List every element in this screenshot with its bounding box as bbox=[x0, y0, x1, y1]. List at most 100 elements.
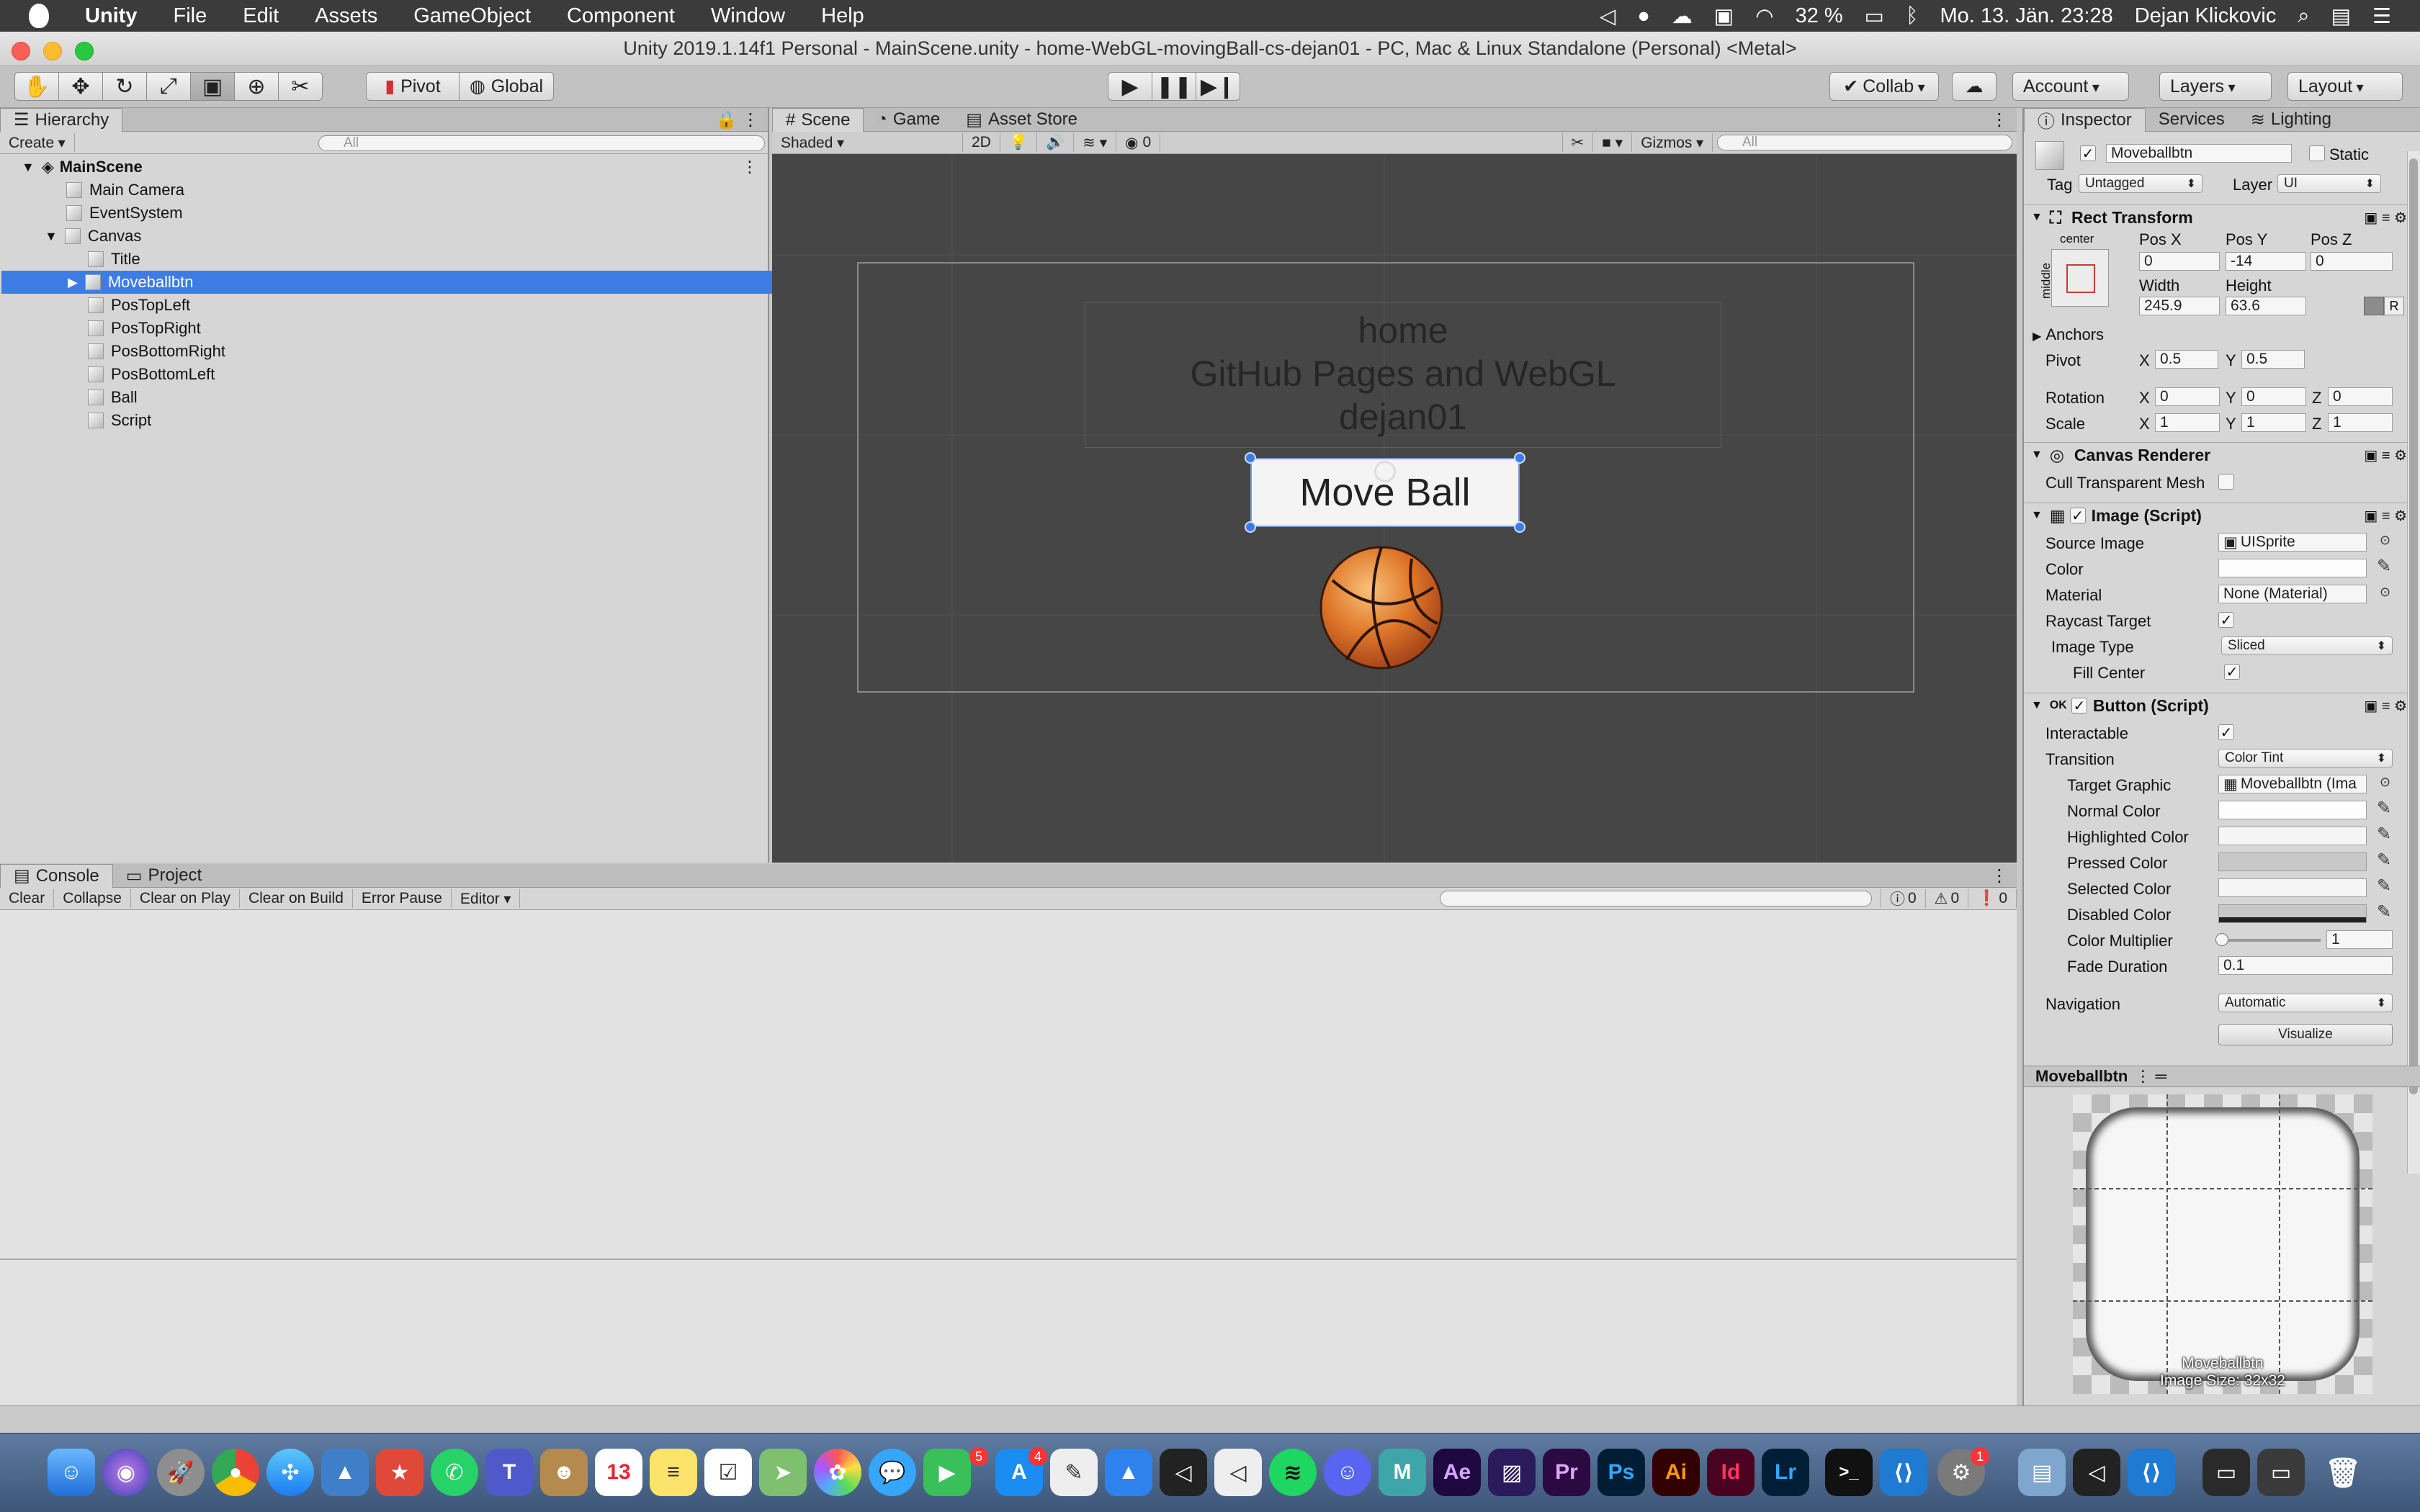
eyedropper-icon[interactable]: ✎ bbox=[2377, 824, 2391, 845]
creative-cloud-icon[interactable]: ☁ bbox=[1672, 4, 1693, 29]
active-checkbox[interactable]: ✓ bbox=[2080, 145, 2096, 162]
error-pause-button[interactable]: Error Pause bbox=[353, 889, 452, 908]
clear-on-build-button[interactable]: Clear on Build bbox=[240, 889, 353, 908]
vscode-recent-icon[interactable]: ⟨⟩ bbox=[2128, 1449, 2175, 1496]
transition-dropdown[interactable]: Color Tint bbox=[2218, 749, 2393, 768]
eyedropper-icon[interactable]: ✎ bbox=[2377, 876, 2391, 896]
pivot-y-field[interactable]: 0.5 bbox=[2241, 350, 2305, 369]
collapse-button[interactable]: Collapse bbox=[54, 889, 131, 908]
component-menu-icon[interactable]: ▣ ≡ ⚙ bbox=[2364, 697, 2407, 715]
facetime-icon[interactable]: ▶ bbox=[923, 1449, 971, 1496]
color-multiplier-field[interactable]: 1 bbox=[2326, 930, 2393, 949]
tab-hierarchy[interactable]: ☰ Hierarchy bbox=[0, 107, 123, 132]
component-menu-icon[interactable]: ▣ ≡ ⚙ bbox=[2364, 507, 2407, 525]
screenshot-window-icon[interactable]: ▭ bbox=[2257, 1449, 2305, 1496]
button-script-header[interactable]: ▼ OK ✓ Button (Script) ▣ ≡ ⚙ bbox=[2024, 693, 2407, 718]
rect-handle-icon[interactable] bbox=[1514, 452, 1525, 464]
warning-count-toggle[interactable]: ⚠ 0 bbox=[1926, 889, 1969, 908]
height-field[interactable]: 63.6 bbox=[2226, 297, 2306, 315]
source-image-field[interactable]: ▣ UISprite bbox=[2218, 533, 2367, 552]
user-name[interactable]: Dejan Klickovic bbox=[2135, 4, 2277, 28]
control-icon[interactable]: ▤ bbox=[2331, 4, 2351, 29]
expand-arrow-icon[interactable]: ▼ bbox=[45, 229, 58, 244]
reminders-icon[interactable]: ☑ bbox=[704, 1449, 752, 1496]
chrome-icon[interactable]: ● bbox=[212, 1449, 259, 1496]
after-effects-icon[interactable]: Ae bbox=[1433, 1449, 1481, 1496]
hierarchy-item[interactable]: Main Camera bbox=[66, 179, 184, 202]
hierarchy-item[interactable]: PosTopLeft bbox=[88, 294, 190, 317]
move-tool-icon[interactable]: ✥ bbox=[58, 72, 103, 101]
basketball-icon[interactable] bbox=[1318, 544, 1445, 671]
custom-tool-icon[interactable]: ✂ bbox=[278, 72, 323, 101]
step-button[interactable]: ▶❙ bbox=[1196, 72, 1240, 101]
scene-menu-icon[interactable]: ⋮ bbox=[742, 158, 758, 176]
record-icon[interactable]: ● bbox=[1637, 4, 1650, 28]
preview-menu-icon[interactable]: ⋮ ═ bbox=[2135, 1067, 2166, 1086]
info-count-toggle[interactable]: ⓘ 0 bbox=[1880, 889, 1926, 908]
account-dropdown[interactable]: Account bbox=[2012, 72, 2129, 101]
object-picker-icon[interactable]: ⊙ bbox=[2380, 775, 2390, 790]
console-search-input[interactable] bbox=[1439, 891, 1872, 906]
blueprint-mode-button[interactable] bbox=[2364, 297, 2384, 315]
object-picker-icon[interactable]: ⊙ bbox=[2380, 533, 2390, 548]
2d-toggle[interactable]: 2D bbox=[963, 133, 1000, 152]
close-window-button[interactable] bbox=[12, 42, 30, 60]
preview-app-icon[interactable]: ▲ bbox=[321, 1449, 369, 1496]
photos-icon[interactable]: ✿ bbox=[814, 1449, 861, 1496]
image-enabled-checkbox[interactable]: ✓ bbox=[2069, 508, 2086, 524]
button-enabled-checkbox[interactable]: ✓ bbox=[2071, 698, 2087, 714]
minimize-window-button[interactable] bbox=[43, 42, 62, 60]
preview-header[interactable]: Moveballbtn ⋮ ═ bbox=[2024, 1066, 2420, 1087]
trash-icon[interactable]: 🗑 bbox=[2319, 1449, 2367, 1496]
media-encoder-icon[interactable]: ▨ bbox=[1488, 1449, 1536, 1496]
screen-window-icon[interactable]: ▭ bbox=[2202, 1449, 2250, 1496]
anchor-preset-button[interactable] bbox=[2051, 249, 2109, 307]
hierarchy-item[interactable]: PosTopRight bbox=[88, 317, 201, 340]
unity-hub-icon[interactable]: ◁ bbox=[1160, 1449, 1207, 1496]
safari-icon[interactable]: ✣ bbox=[266, 1449, 314, 1496]
rotation-z-field[interactable]: 0 bbox=[2328, 387, 2393, 406]
layer-dropdown[interactable]: UI bbox=[2277, 174, 2381, 193]
pages-icon[interactable]: ✎ bbox=[1050, 1449, 1098, 1496]
audio-icon[interactable]: 🔊 bbox=[1037, 133, 1075, 152]
pivot-x-field[interactable]: 0.5 bbox=[2155, 350, 2218, 369]
tab-asset-store[interactable]: ▤ Asset Store bbox=[953, 108, 1090, 131]
rect-tool-icon[interactable]: ▣ bbox=[190, 72, 235, 101]
transform-tool-icon[interactable]: ⊕ bbox=[234, 72, 279, 101]
maya-icon[interactable]: M bbox=[1379, 1449, 1426, 1496]
normal-color-swatch[interactable] bbox=[2218, 801, 2367, 819]
title-text[interactable]: home GitHub Pages and WebGL dejan01 bbox=[1085, 302, 1721, 448]
bookmark-icon[interactable]: ▣ bbox=[1714, 4, 1734, 29]
premiere-icon[interactable]: Pr bbox=[1543, 1449, 1590, 1496]
contacts-icon[interactable]: ☻ bbox=[540, 1449, 588, 1496]
zoom-window-button[interactable] bbox=[75, 42, 94, 60]
rect-transform-header[interactable]: ▼ ⛶ Rect Transform ▣ ≡ ⚙ bbox=[2024, 204, 2407, 230]
wifi-icon[interactable]: ◠ bbox=[1755, 4, 1773, 29]
posy-field[interactable]: -14 bbox=[2226, 252, 2306, 271]
foldout-arrow-icon[interactable]: ▼ bbox=[2031, 509, 2043, 522]
whatsapp-icon[interactable]: ✆ bbox=[431, 1449, 478, 1496]
indesign-icon[interactable]: Id bbox=[1707, 1449, 1754, 1496]
inspector-scrollbar[interactable] bbox=[2407, 151, 2420, 1174]
unity-icon[interactable]: ◁ bbox=[1214, 1449, 1262, 1496]
menu-component[interactable]: Component bbox=[567, 4, 675, 28]
static-checkbox[interactable] bbox=[2309, 145, 2325, 161]
tab-console[interactable]: ▤ Console bbox=[0, 863, 113, 888]
hand-tool-icon[interactable]: ✋ bbox=[14, 72, 59, 101]
downloads-folder-icon[interactable]: ▤ bbox=[2018, 1449, 2066, 1496]
tools-icon[interactable]: ✂ bbox=[1561, 133, 1594, 152]
lighting-icon[interactable]: 💡 bbox=[1000, 133, 1038, 152]
foldout-arrow-icon[interactable]: ▼ bbox=[2031, 699, 2043, 712]
menu-assets[interactable]: Assets bbox=[315, 4, 377, 28]
layout-dropdown[interactable]: Layout bbox=[2287, 72, 2403, 101]
scale-tool-icon[interactable]: ⤢ bbox=[146, 72, 191, 101]
panel-menu-icon[interactable]: ⋮ bbox=[1991, 109, 2008, 130]
clear-on-play-button[interactable]: Clear on Play bbox=[131, 889, 240, 908]
collapsed-arrow-icon[interactable]: ▶ bbox=[68, 275, 78, 290]
hierarchy-item[interactable]: Title bbox=[88, 248, 140, 271]
menu-app[interactable]: Unity bbox=[85, 4, 138, 28]
console-splitter[interactable] bbox=[0, 1259, 2017, 1260]
bookmark-app-icon[interactable]: ★ bbox=[376, 1449, 424, 1496]
scene-viewport[interactable]: home GitHub Pages and WebGL dejan01 Move… bbox=[772, 154, 2017, 863]
lightroom-icon[interactable]: Lr bbox=[1762, 1449, 1809, 1496]
